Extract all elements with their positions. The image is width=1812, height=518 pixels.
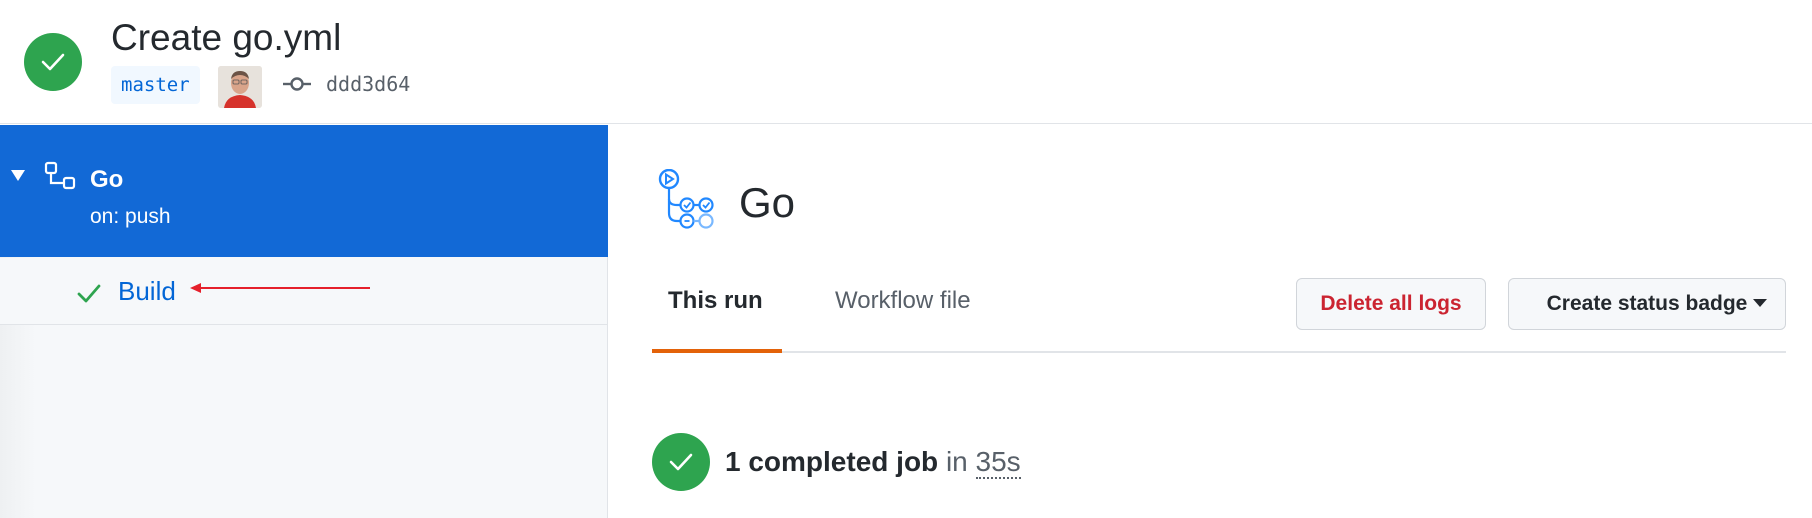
run-title: Create go.yml	[111, 17, 342, 58]
workflow-icon	[44, 161, 76, 190]
create-status-badge-button[interactable]: Create status badge	[1508, 278, 1786, 330]
workflow-trigger: on: push	[90, 205, 171, 228]
completed-job-count: 1 completed job	[725, 446, 939, 477]
job-summary-success-icon	[652, 433, 710, 491]
user-avatar-image	[218, 66, 262, 108]
workflow-title: Go	[739, 179, 796, 226]
annotation-arrow-icon	[190, 283, 370, 293]
caret-down-icon[interactable]	[11, 170, 25, 181]
check-icon	[41, 53, 65, 71]
caret-down-icon	[1753, 298, 1768, 307]
tab-this-run[interactable]: This run	[652, 275, 782, 353]
main-panel: Go This run Workflow file Delete all log…	[609, 125, 1812, 518]
job-link-build[interactable]: Build	[118, 275, 176, 307]
workflow-graph-icon	[658, 169, 714, 229]
run-header: Create go.yml master ddd3d64	[0, 0, 1812, 124]
summary-in-label: in	[945, 446, 968, 477]
run-status-success-icon	[24, 33, 82, 91]
job-summary: 1 completed job in 35s	[725, 442, 1021, 482]
workflow-name: Go	[90, 166, 124, 193]
delete-all-logs-button[interactable]: Delete all logs	[1296, 278, 1486, 330]
check-icon	[77, 284, 101, 303]
sidebar: Go on: push Build	[0, 125, 608, 518]
create-status-badge-label: Create status badge	[1546, 292, 1748, 315]
branch-tag[interactable]: master	[111, 66, 200, 104]
avatar[interactable]	[218, 66, 262, 108]
run-duration[interactable]: 35s	[975, 446, 1021, 479]
sidebar-item-workflow-go[interactable]: Go on: push	[0, 125, 608, 257]
git-commit-icon	[283, 77, 311, 91]
commit-sha-link[interactable]: ddd3d64	[326, 70, 410, 98]
check-icon	[669, 453, 693, 471]
sidebar-item-job-build[interactable]: Build	[0, 258, 607, 325]
tab-workflow-file[interactable]: Workflow file	[819, 275, 987, 353]
